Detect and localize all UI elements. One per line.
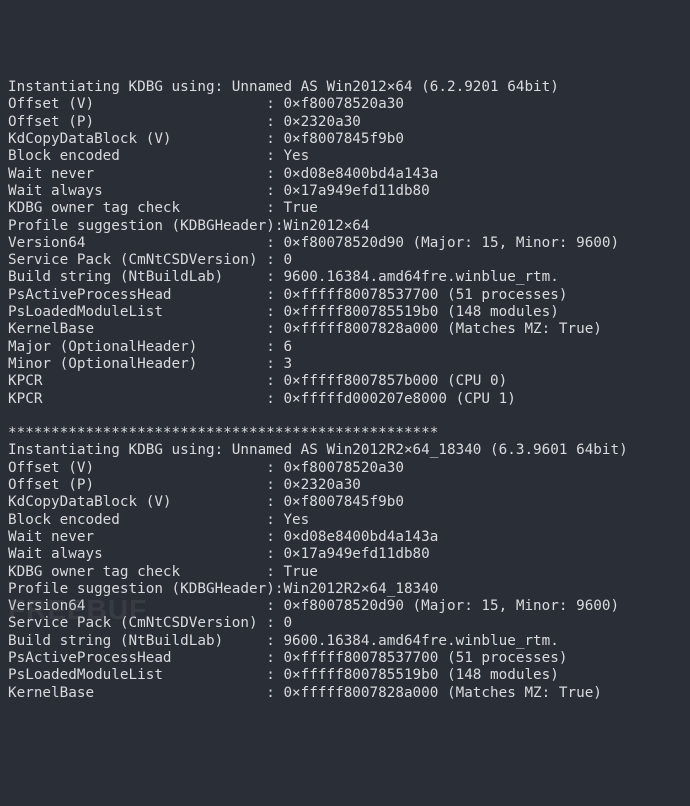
kdbg-field-line: Offset (P) : 0×2320a30 <box>8 477 682 494</box>
kdbg-field-line: Block encoded : Yes <box>8 512 682 529</box>
kdbg-field-line: PsLoadedModuleList : 0×fffff800785519b0 … <box>8 667 682 684</box>
kdbg-field-line: Offset (V) : 0×f80078520a30 <box>8 460 682 477</box>
kdbg-field-line: Offset (P) : 0×2320a30 <box>8 114 682 131</box>
kdbg-field-line: Block encoded : Yes <box>8 148 682 165</box>
kdbg-header-line: Instantiating KDBG using: Unnamed AS Win… <box>8 442 682 459</box>
kdbg-field-line: PsActiveProcessHead : 0×fffff80078537700… <box>8 650 682 667</box>
kdbg-field-line: Service Pack (CmNtCSDVersion) : 0 <box>8 252 682 269</box>
kdbg-field-line: KdCopyDataBlock (V) : 0×f8007845f9b0 <box>8 494 682 511</box>
kdbg-field-line: Service Pack (CmNtCSDVersion) : 0 <box>8 615 682 632</box>
kdbg-header-line: Instantiating KDBG using: Unnamed AS Win… <box>8 79 682 96</box>
kdbg-field-line: PsLoadedModuleList : 0×fffff800785519b0 … <box>8 304 682 321</box>
kdbg-field-line: Wait always : 0×17a949efd11db80 <box>8 183 682 200</box>
kdbg-field-line: Version64 : 0×f80078520d90 (Major: 15, M… <box>8 235 682 252</box>
kdbg-field-line: Offset (V) : 0×f80078520a30 <box>8 96 682 113</box>
blank-line <box>8 408 682 425</box>
kdbg-field-line: Profile suggestion (KDBGHeader):Win2012R… <box>8 581 682 598</box>
kdbg-field-line: Build string (NtBuildLab) : 9600.16384.a… <box>8 633 682 650</box>
kdbg-field-line: KDBG owner tag check : True <box>8 200 682 217</box>
kdbg-field-line: Profile suggestion (KDBGHeader):Win2012×… <box>8 218 682 235</box>
kdbg-field-line: KdCopyDataBlock (V) : 0×f8007845f9b0 <box>8 131 682 148</box>
kdbg-field-line: Version64 : 0×f80078520d90 (Major: 15, M… <box>8 598 682 615</box>
terminal-output: Instantiating KDBG using: Unnamed AS Win… <box>8 79 682 702</box>
kdbg-field-line: Wait never : 0×d08e8400bd4a143a <box>8 529 682 546</box>
kdbg-field-line: KPCR : 0×fffff8007857b000 (CPU 0) <box>8 373 682 390</box>
kdbg-field-line: Minor (OptionalHeader) : 3 <box>8 356 682 373</box>
kdbg-field-line: Wait never : 0×d08e8400bd4a143a <box>8 166 682 183</box>
kdbg-field-line: KernelBase : 0×fffff8007828a000 (Matches… <box>8 685 682 702</box>
kdbg-field-line: KDBG owner tag check : True <box>8 564 682 581</box>
kdbg-field-line: Wait always : 0×17a949efd11db80 <box>8 546 682 563</box>
kdbg-field-line: KPCR : 0×fffffd000207e8000 (CPU 1) <box>8 391 682 408</box>
divider-line: ****************************************… <box>8 425 682 442</box>
kdbg-field-line: KernelBase : 0×fffff8007828a000 (Matches… <box>8 321 682 338</box>
kdbg-field-line: Build string (NtBuildLab) : 9600.16384.a… <box>8 269 682 286</box>
kdbg-field-line: PsActiveProcessHead : 0×fffff80078537700… <box>8 287 682 304</box>
kdbg-field-line: Major (OptionalHeader) : 6 <box>8 339 682 356</box>
